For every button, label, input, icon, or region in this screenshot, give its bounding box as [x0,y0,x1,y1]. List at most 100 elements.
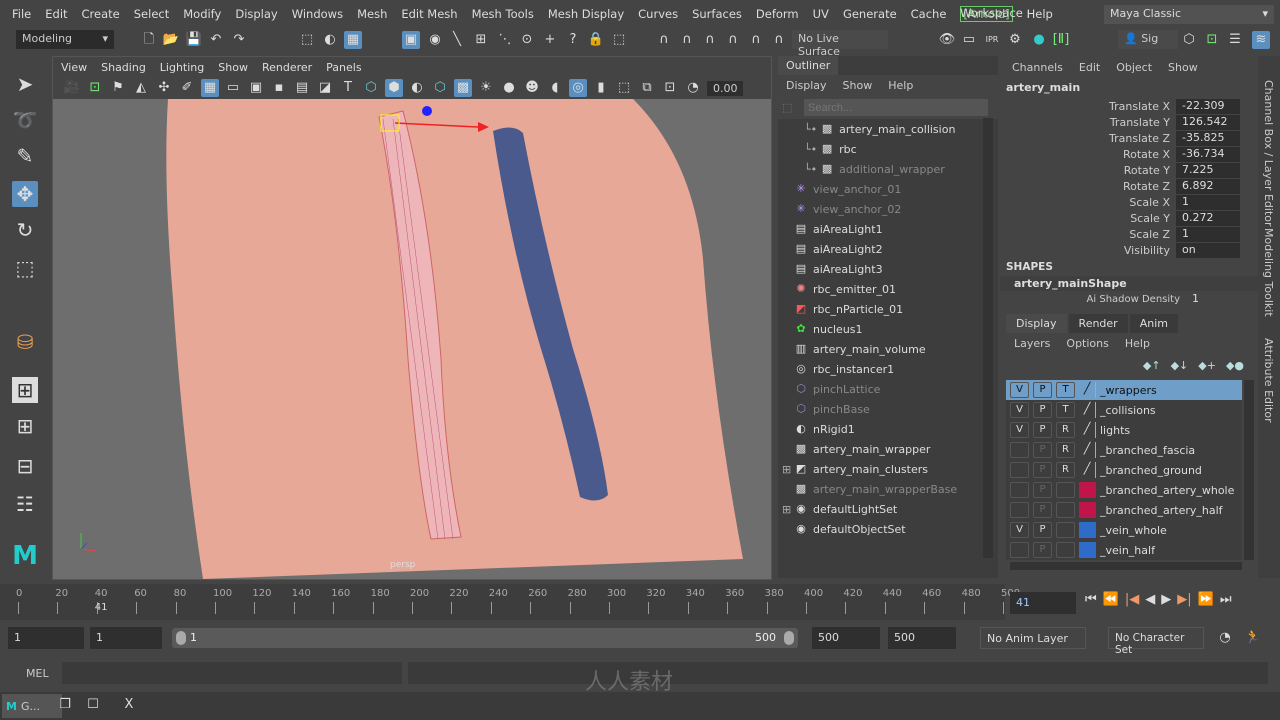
magnet-icon[interactable]: ∩ [678,31,696,49]
step-back-icon[interactable]: ⏪ [1103,592,1119,607]
outliner-layout-icon[interactable]: ☷ [12,491,38,517]
playback-end-field[interactable]: 500 [812,627,880,649]
attr-value[interactable]: -36.734 [1176,146,1240,162]
viewport-menu-view[interactable]: View [61,61,87,74]
outliner-item[interactable]: ✿ nucleus1 [782,319,998,339]
help-icon[interactable]: ? [564,31,582,49]
smooth-shade-icon[interactable]: ⬢ [385,79,403,97]
menu-meshdisplay[interactable]: Mesh Display [548,7,624,21]
motion-blur-icon[interactable]: ◖ [546,79,564,97]
layer-color-swatch[interactable] [1079,522,1096,538]
resolution-gate-icon[interactable]: ▣ [247,79,265,97]
outliner-item[interactable]: ◉ defaultObjectSet [782,519,998,539]
layer-p-toggle[interactable]: P [1033,402,1052,418]
attr-value[interactable]: -35.825 [1176,130,1240,146]
attr-row[interactable]: Ai Shadow Density 1 [1000,291,1258,307]
exposure-icon[interactable]: ◔ [684,79,702,97]
lights-icon[interactable]: ☀ [477,79,495,97]
maximize-icon[interactable]: ☐ [84,696,102,714]
gate-mask-icon[interactable]: ▪ [270,79,288,97]
tab-render[interactable]: Render [1068,314,1128,333]
outliner-item[interactable]: ◎ rbc_instancer1 [782,359,998,379]
magnet-icon[interactable]: ∩ [770,31,788,49]
xray-components-icon[interactable]: ⊡ [661,79,679,97]
close-icon[interactable]: X [120,696,138,714]
redo-icon[interactable]: ↷ [230,31,248,49]
field-chart-icon[interactable]: ▤ [293,79,311,97]
menu-meshtools[interactable]: Mesh Tools [472,7,534,21]
layer-p-toggle[interactable]: P [1033,462,1052,478]
anim-prefs-icon[interactable]: ◔ [1216,629,1234,647]
tab-display[interactable]: Display [1006,314,1067,333]
grease-pencil-icon[interactable]: ✐ [178,79,196,97]
layer-v-toggle[interactable]: V [1010,382,1029,398]
safe-title-icon[interactable]: T [339,79,357,97]
layer-p-toggle[interactable]: P [1033,382,1052,398]
expand-icon[interactable]: ⊞ [782,463,794,476]
layer-t-toggle[interactable]: R [1056,422,1075,438]
menu-file[interactable]: File [12,7,31,21]
layer-t-toggle[interactable] [1056,542,1075,558]
undo-icon[interactable]: ↶ [207,31,225,49]
anim-layer-select[interactable]: No Anim Layer [980,627,1086,649]
layer-menu-layers[interactable]: Layers [1014,337,1050,350]
attr-row[interactable]: Translate Z -35.825 [1000,130,1258,146]
layer-color-swatch[interactable] [1079,542,1096,558]
exposure-field[interactable]: 0.00 [707,80,743,96]
lock-icon[interactable]: 🔒 [587,31,605,49]
menu-curves[interactable]: Curves [638,7,678,21]
move-layer-down-icon[interactable]: ◆↓ [1171,359,1189,372]
layer-t-toggle[interactable]: T [1056,402,1075,418]
outliner-item[interactable]: ▤ aiAreaLight3 [782,259,998,279]
mel-input[interactable] [62,662,402,684]
mode-select[interactable]: Modeling ▾ [16,30,114,49]
menu-select[interactable]: Select [134,7,169,21]
layer-scrollbar[interactable] [1244,380,1254,560]
layer-v-toggle[interactable] [1010,442,1029,458]
expand-icon[interactable]: ⊞ [782,503,794,516]
attr-row[interactable]: Scale Z 1 [1000,226,1258,242]
select-tool-icon[interactable]: ⬚ [610,31,628,49]
outliner-item[interactable]: ▩ artery_main_wrapperBase [782,479,998,499]
tab-channel-box[interactable]: Channel Box / Layer Editor [1262,80,1275,227]
menu-help[interactable]: Help [1027,7,1053,21]
plus-icon[interactable]: + [541,31,559,49]
outliner-item[interactable]: └• ▩ rbc [782,139,998,159]
scale-tool-icon[interactable]: ⬚ [12,255,38,281]
film-gate-icon[interactable]: ▭ [224,79,242,97]
layer-row[interactable]: P _vein_half [1006,540,1242,560]
live-surface-field[interactable]: No Live Surface [792,30,888,58]
wireframe-icon[interactable]: ⬡ [362,79,380,97]
layer-row[interactable]: V P T ╱ _wrappers [1006,380,1242,400]
snap-surface-icon[interactable]: ⋱ [496,31,514,49]
layer-color-swatch[interactable]: ╱ [1079,442,1096,458]
attr-value[interactable]: 1 [1186,291,1250,307]
outliner-item[interactable]: ▩ artery_main_wrapper [782,439,998,459]
layer-p-toggle[interactable]: P [1033,502,1052,518]
menu-modify[interactable]: Modify [183,7,221,21]
layer-row[interactable]: V P _vein_whole [1006,520,1242,540]
range-end-handle[interactable] [784,631,794,645]
layer-color-swatch[interactable] [1079,482,1096,498]
ipr-render-icon[interactable]: IPR [983,31,1001,49]
menu-cache[interactable]: Cache [911,7,947,21]
layer-color-swatch[interactable]: ╱ [1079,402,1096,418]
attr-value[interactable]: 1 [1176,194,1240,210]
outliner-menu-display[interactable]: Display [786,79,827,92]
move-manipulator-z[interactable] [422,106,432,116]
outliner-item[interactable]: ⊞ ◉ defaultLightSet [782,499,998,519]
outliner-item[interactable]: └• ▩ artery_main_collision [782,119,998,139]
step-forward-icon[interactable]: ⏩ [1198,592,1214,607]
layer-v-toggle[interactable] [1010,482,1029,498]
outliner-item[interactable]: ✺ rbc_emitter_01 [782,279,998,299]
new-layer-selected-icon[interactable]: ◆● [1226,359,1244,372]
layer-row[interactable]: P R ╱ _branched_ground [1006,460,1242,480]
step-back-key-icon[interactable]: |◀ [1125,592,1139,607]
bookmark-icon[interactable]: ⚑ [109,79,127,97]
attribute-editor-icon[interactable]: ☰ [1226,31,1244,49]
layer-t-toggle[interactable]: R [1056,462,1075,478]
character-set-select[interactable]: No Character Set [1108,627,1204,656]
layer-t-toggle[interactable] [1056,482,1075,498]
textured-icon[interactable]: ▩ [454,79,472,97]
select-tool-icon[interactable]: ➤ [12,71,38,97]
